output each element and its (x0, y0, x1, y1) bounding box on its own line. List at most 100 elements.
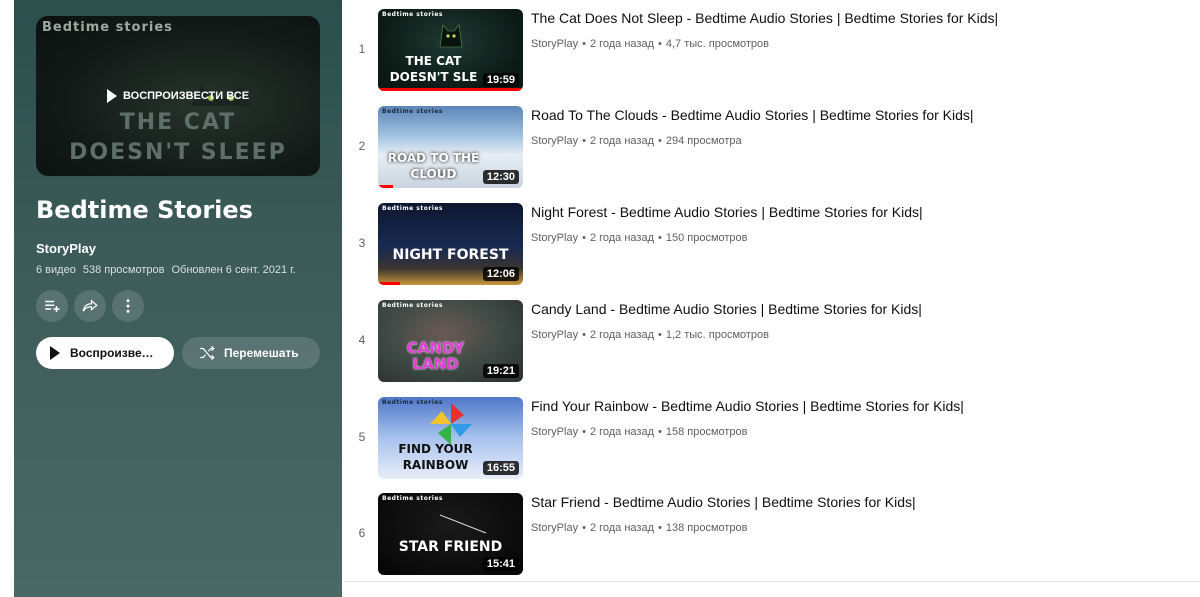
playlist-owner-link[interactable]: StoryPlay (36, 241, 96, 256)
video-meta: StoryPlay • 2 года назад • 1,2 тыс. прос… (531, 329, 769, 341)
meta-separator: • (582, 38, 586, 50)
play-all-label: ВОСПРОИЗВЕСТИ ВСЕ (122, 90, 250, 102)
playlist-cover[interactable]: Bedtime stories ВОСПРОИЗВЕСТИ ВСЕ The Ca… (36, 16, 320, 176)
channel-link[interactable]: StoryPlay (531, 426, 578, 438)
meta-separator: • (658, 522, 662, 534)
video-thumbnail[interactable]: Bedtime stories The cat doesn't sle 19:5… (378, 9, 523, 91)
video-count: 6 видео (36, 264, 76, 276)
list-item[interactable]: 6 Bedtime stories Star Friend 15:41 Star… (344, 491, 1200, 581)
cover-title: The Cat Doesn't Sleep (36, 108, 320, 168)
thumbnail-brand: Bedtime stories (382, 302, 443, 309)
cat-icon (439, 24, 463, 48)
video-duration: 19:21 (482, 364, 519, 378)
channel-link[interactable]: StoryPlay (531, 135, 578, 147)
channel-link[interactable]: StoryPlay (531, 329, 578, 341)
view-count: 138 просмотров (665, 522, 748, 534)
list-item[interactable]: 1 Bedtime stories The cat doesn't sle 19… (344, 7, 1200, 97)
view-count: 158 просмотров (665, 426, 748, 438)
upload-age: 2 года назад (589, 135, 654, 147)
upload-age: 2 года назад (589, 38, 654, 50)
meta-separator: • (582, 329, 586, 341)
video-title-link[interactable]: Find Your Rainbow - Bedtime Audio Storie… (531, 398, 964, 414)
add-to-playlist-icon (45, 300, 60, 312)
list-item[interactable]: 4 Bedtime stories Candy Land 19:21 Candy… (344, 298, 1200, 388)
shuffle-icon (200, 345, 215, 361)
watch-progress-bar (378, 282, 400, 285)
share-icon (82, 299, 98, 312)
cover-title-line2: Doesn't Sleep (69, 140, 287, 165)
upload-age: 2 года назад (589, 329, 654, 341)
video-thumbnail[interactable]: Bedtime stories Road to the cloud 12:30 (378, 106, 523, 188)
video-title-link[interactable]: Night Forest - Bedtime Audio Stories | B… (531, 204, 923, 220)
list-item[interactable]: 3 Bedtime stories Night Forest 12:06 Nig… (344, 201, 1200, 291)
shuffle-button[interactable]: Перемешать (182, 337, 320, 369)
video-meta: StoryPlay • 2 года назад • 4,7 тыс. прос… (531, 38, 769, 50)
play-all-button[interactable]: Воспроизвести (36, 337, 174, 369)
thumbnail-brand: Bedtime stories (382, 11, 443, 18)
view-count: 294 просмотра (665, 135, 742, 147)
video-index: 2 (358, 139, 366, 153)
playlist-views: 538 просмотров (82, 264, 165, 276)
play-all-button-label: Воспроизвести (70, 346, 160, 360)
video-index: 5 (358, 430, 366, 444)
video-thumbnail[interactable]: Bedtime stories Night Forest 12:06 (378, 203, 523, 285)
video-meta: StoryPlay • 2 года назад • 294 просмотра (531, 135, 742, 147)
play-icon (50, 346, 60, 360)
shuffle-label: Перемешать (224, 346, 299, 360)
video-thumbnail[interactable]: Bedtime stories Star Friend 15:41 (378, 493, 523, 575)
thumbnail-brand: Bedtime stories (382, 205, 443, 212)
share-button[interactable] (74, 290, 106, 322)
video-duration: 16:55 (482, 461, 519, 475)
more-actions-button[interactable] (112, 290, 144, 322)
meta-separator: • (658, 135, 662, 147)
channel-link[interactable]: StoryPlay (531, 232, 578, 244)
thumbnail-title: Night Forest (392, 247, 509, 263)
view-count: 1,2 тыс. просмотров (665, 329, 770, 341)
playlist-meta: 6 видео 538 просмотров Обновлен 6 сент. … (36, 264, 296, 276)
save-playlist-button[interactable] (36, 290, 68, 322)
channel-link[interactable]: StoryPlay (531, 38, 578, 50)
meta-separator: • (582, 135, 586, 147)
list-item[interactable]: 5 Bedtime stories Find your rainbow 16:5… (344, 395, 1200, 485)
upload-age: 2 года назад (589, 232, 654, 244)
meta-separator: • (582, 426, 586, 438)
meta-separator: • (582, 232, 586, 244)
video-title-link[interactable]: Candy Land - Bedtime Audio Stories | Bed… (531, 301, 922, 317)
video-index: 4 (358, 333, 366, 347)
watch-progress-bar (378, 88, 523, 91)
shooting-star-icon (439, 514, 487, 534)
video-meta: StoryPlay • 2 года назад • 158 просмотро… (531, 426, 748, 438)
video-thumbnail[interactable]: Bedtime stories Candy Land 19:21 (378, 300, 523, 382)
video-title-link[interactable]: The Cat Does Not Sleep - Bedtime Audio S… (531, 10, 998, 26)
play-icon (106, 89, 117, 103)
thumbnail-brand: Bedtime stories (382, 495, 443, 502)
thumbnail-brand: Bedtime stories (382, 108, 443, 115)
meta-separator: • (582, 522, 586, 534)
video-thumbnail[interactable]: Bedtime stories Find your rainbow 16:55 (378, 397, 523, 479)
video-title-link[interactable]: Star Friend - Bedtime Audio Stories | Be… (531, 494, 916, 510)
playlist-title: Bedtime Stories (36, 196, 253, 224)
playlist-video-list: 1 Bedtime stories The cat doesn't sle 19… (344, 0, 1200, 597)
video-title-link[interactable]: Road To The Clouds - Bedtime Audio Stori… (531, 107, 974, 123)
meta-separator: • (658, 426, 662, 438)
cover-title-line1: The Cat (119, 110, 237, 135)
video-duration: 12:06 (482, 267, 519, 281)
list-item[interactable]: 2 Bedtime stories Road to the cloud 12:3… (344, 104, 1200, 194)
list-divider (344, 581, 1200, 582)
video-duration: 15:41 (482, 557, 519, 571)
video-duration: 12:30 (482, 170, 519, 184)
playlist-header-panel: Bedtime stories ВОСПРОИЗВЕСТИ ВСЕ The Ca… (14, 0, 342, 597)
playlist-icon-actions (36, 290, 144, 322)
upload-age: 2 года назад (589, 522, 654, 534)
view-count: 4,7 тыс. просмотров (665, 38, 770, 50)
meta-separator: • (658, 232, 662, 244)
playlist-play-actions: Воспроизвести Перемешать (36, 337, 320, 369)
thumbnail-title: Star Friend (398, 539, 503, 555)
channel-link[interactable]: StoryPlay (531, 522, 578, 534)
video-duration: 19:59 (482, 73, 519, 87)
more-vertical-icon (126, 299, 130, 313)
upload-age: 2 года назад (589, 426, 654, 438)
meta-separator: • (658, 38, 662, 50)
video-index: 1 (358, 42, 366, 56)
video-meta: StoryPlay • 2 года назад • 150 просмотро… (531, 232, 748, 244)
